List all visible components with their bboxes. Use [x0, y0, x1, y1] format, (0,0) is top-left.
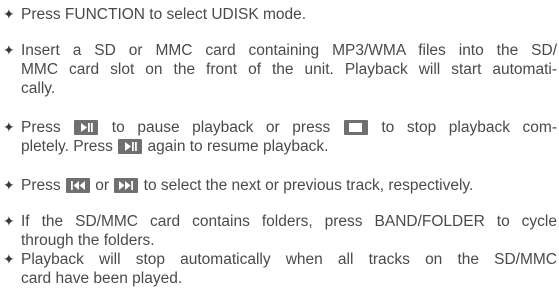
bullet-icon: ✦ — [3, 177, 15, 193]
item-text: pletely. Press again to resume playback. — [21, 138, 329, 155]
skip-forward-icon — [114, 178, 139, 193]
item-text: Press or to select the next or previous … — [21, 177, 474, 194]
play-pause-icon — [118, 139, 143, 154]
skip-back-icon — [65, 178, 90, 193]
item-text: MMC card slot on the front of the unit. … — [21, 61, 557, 78]
bullet-icon: ✦ — [3, 42, 15, 58]
item-text: Press FUNCTION to select UDISK mode. — [21, 6, 307, 23]
bullet-icon: ✦ — [3, 213, 15, 229]
bullet-icon: ✦ — [3, 119, 15, 135]
bullet-icon: ✦ — [3, 6, 15, 22]
item-text: Playback will stop automatically when al… — [21, 251, 557, 268]
item-text: card have been played. — [21, 270, 183, 287]
item-text: through the folders. — [21, 232, 155, 249]
item-text: Insert a SD or MMC card containing MP3/W… — [21, 42, 557, 59]
item-text: If the SD/MMC card contains folders, pre… — [21, 213, 557, 230]
bullet-icon: ✦ — [3, 251, 15, 267]
item-text: Press to pause playback or press to stop… — [21, 119, 557, 136]
stop-icon — [343, 120, 368, 135]
item-text: cally. — [21, 80, 56, 97]
play-pause-icon — [74, 120, 99, 135]
